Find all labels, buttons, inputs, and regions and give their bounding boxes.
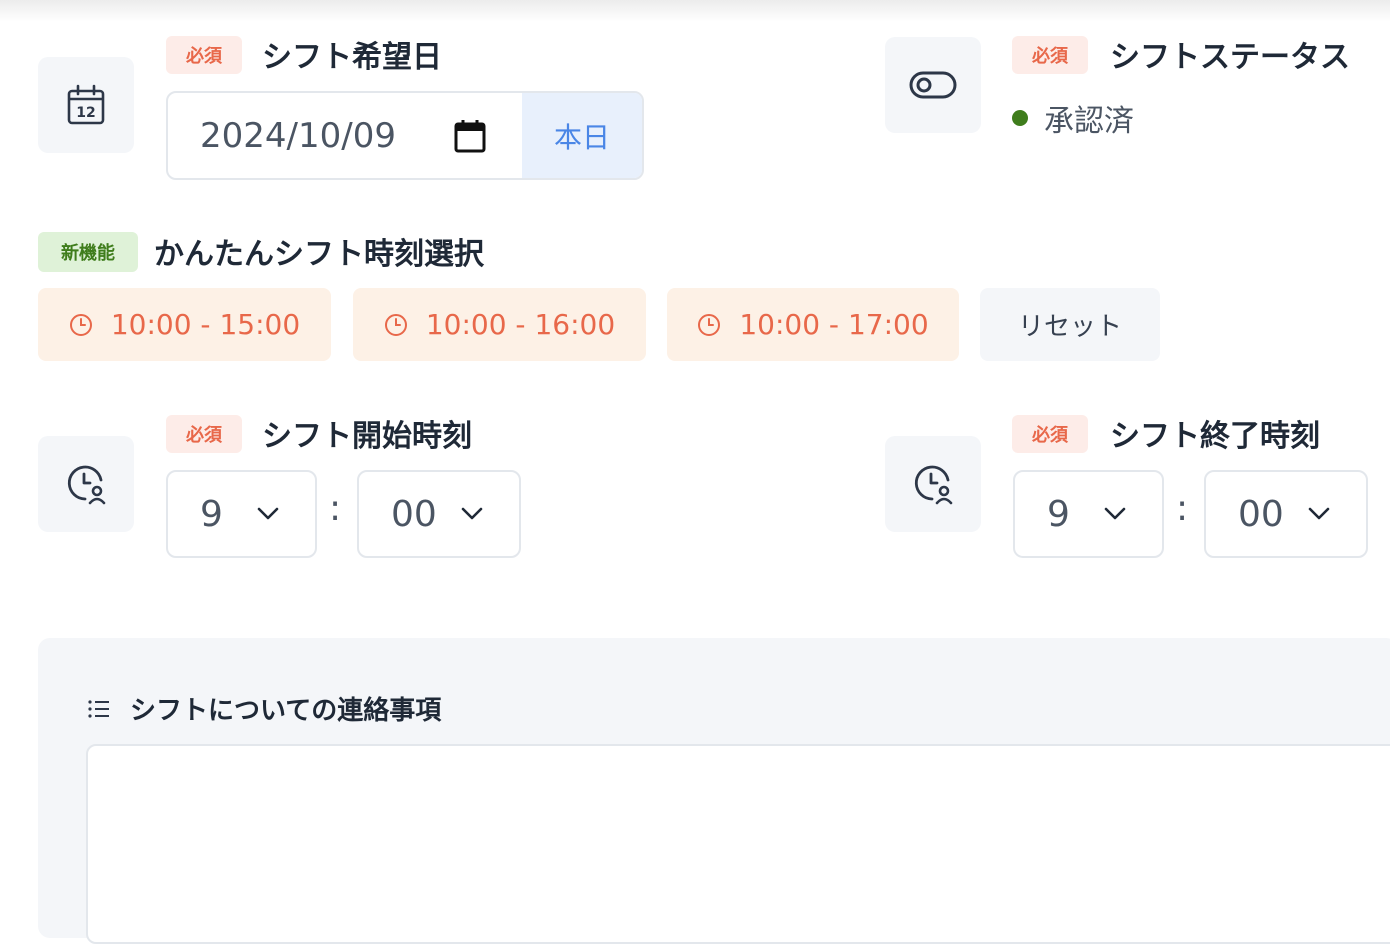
calendar-icon-box: 12 xyxy=(38,57,134,153)
preset-label: 10:00 - 15:00 xyxy=(110,308,301,341)
preset-label: 10:00 - 17:00 xyxy=(739,308,929,341)
end-minute-select[interactable]: 00 xyxy=(1204,470,1368,558)
calendar-icon: 12 xyxy=(67,84,105,125)
end-time-title: シフト終了時刻 xyxy=(1110,419,1320,454)
start-time-icon-box xyxy=(38,436,134,532)
required-badge: 必須 xyxy=(1012,415,1088,453)
preset-button-1[interactable]: 10:00 - 15:00 xyxy=(38,288,331,361)
chevron-down-icon xyxy=(461,507,483,520)
clock-icon xyxy=(384,313,407,336)
top-shadow xyxy=(0,0,1390,22)
clock-user-icon xyxy=(914,465,953,505)
shift-status: 承認済 xyxy=(1012,96,1134,140)
toggle-icon-box xyxy=(885,37,981,133)
reset-button[interactable]: リセット xyxy=(980,288,1160,361)
start-minute-value: 00 xyxy=(391,493,437,535)
start-hour-value: 9 xyxy=(200,493,223,535)
notes-header: シフトについての連絡事項 xyxy=(88,690,441,727)
preset-button-3[interactable]: 10:00 - 17:00 xyxy=(667,288,959,361)
shift-status-value: 承認済 xyxy=(1044,104,1134,139)
end-time-icon-box xyxy=(885,436,981,532)
end-minute-value: 00 xyxy=(1238,493,1284,535)
shift-date-value: 2024/10/09 xyxy=(200,115,396,156)
svg-text:12: 12 xyxy=(76,105,95,121)
required-badge: 必須 xyxy=(166,415,242,453)
required-badge: 必須 xyxy=(166,36,242,74)
start-time-title: シフト開始時刻 xyxy=(262,419,472,454)
shift-date-input[interactable]: 2024/10/09 xyxy=(168,93,522,178)
shift-date-field: 2024/10/09 本日 xyxy=(166,91,644,180)
start-hour-select[interactable]: 9 xyxy=(166,470,317,558)
time-separator: : xyxy=(329,488,342,529)
clock-user-icon xyxy=(67,465,106,505)
start-minute-select[interactable]: 00 xyxy=(357,470,521,558)
shift-status-title: シフトステータス xyxy=(1110,40,1350,75)
end-hour-value: 9 xyxy=(1047,493,1070,535)
chevron-down-icon xyxy=(1308,507,1330,520)
clock-icon xyxy=(69,313,92,336)
date-picker-icon[interactable] xyxy=(454,119,486,153)
clock-icon xyxy=(698,313,721,336)
preset-button-2[interactable]: 10:00 - 16:00 xyxy=(353,288,646,361)
toggle-icon xyxy=(909,71,957,99)
notes-title: シフトについての連絡事項 xyxy=(130,696,442,726)
shift-date-title: シフト希望日 xyxy=(262,40,442,75)
chevron-down-icon xyxy=(257,507,279,520)
new-feature-badge: 新機能 xyxy=(38,232,138,272)
list-icon xyxy=(88,699,109,718)
today-button[interactable]: 本日 xyxy=(522,93,642,178)
notes-textarea[interactable] xyxy=(86,744,1390,944)
quick-select-title: かんたんシフト時刻選択 xyxy=(154,237,484,272)
time-separator: : xyxy=(1176,488,1189,529)
status-dot xyxy=(1012,110,1028,126)
preset-label: 10:00 - 16:00 xyxy=(425,308,616,341)
required-badge: 必須 xyxy=(1012,36,1088,74)
chevron-down-icon xyxy=(1104,507,1126,520)
end-hour-select[interactable]: 9 xyxy=(1013,470,1164,558)
